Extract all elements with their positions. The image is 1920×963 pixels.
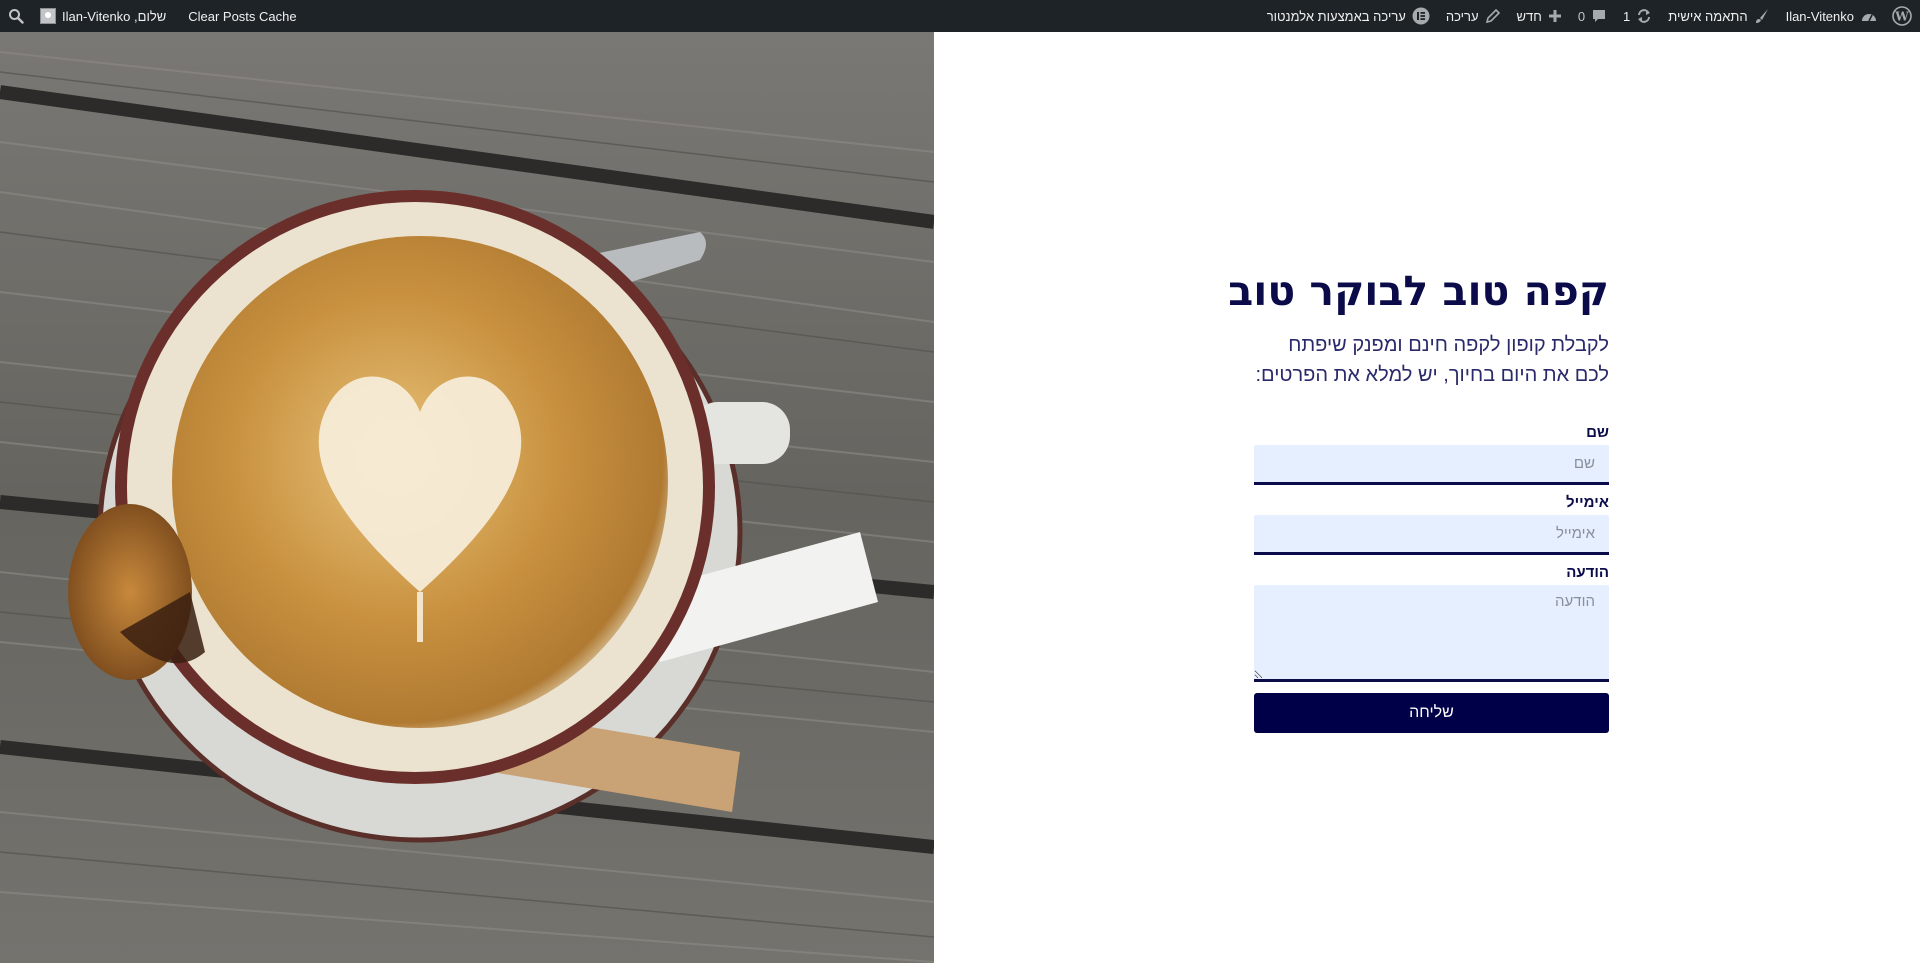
updates-menu[interactable]: 1 <box>1615 0 1660 32</box>
submit-button[interactable]: שליחה <box>1254 693 1609 733</box>
admin-bar-primary: W Ilan-Vitenko התאמה אישית 1 0 חדש עריכה… <box>1259 0 1920 32</box>
message-label: הודעה <box>1566 564 1609 581</box>
new-content-menu[interactable]: חדש <box>1509 0 1570 32</box>
coupon-form-section: קפה טוב לבוקר טוב לקבלת קופון לקפה חינם … <box>1228 262 1609 733</box>
avatar <box>40 8 56 24</box>
elementor-label: עריכה באמצעות אלמנטור <box>1266 8 1406 24</box>
clear-cache-label: Clear Posts Cache <box>188 8 297 24</box>
admin-search-button[interactable] <box>0 0 32 32</box>
customize-menu[interactable]: התאמה אישית <box>1660 0 1777 32</box>
page-title: קפה טוב לבוקר טוב <box>1228 267 1609 315</box>
coffee-latte-image <box>0 32 934 963</box>
svg-text:W: W <box>1894 10 1909 24</box>
paintbrush-icon <box>1754 8 1770 24</box>
updates-refresh-icon <box>1636 8 1652 24</box>
customize-label: התאמה אישית <box>1668 8 1748 24</box>
edit-with-elementor-link[interactable]: עריכה באמצעות אלמנטור <box>1259 0 1438 32</box>
message-textarea[interactable] <box>1254 585 1609 682</box>
coupon-form: שם אימייל הודעה שליחה <box>1254 424 1609 733</box>
greeting-text: שלום, Ilan-Vitenko <box>62 8 167 24</box>
dashboard-gauge-icon <box>1860 8 1878 24</box>
name-input[interactable] <box>1254 445 1609 485</box>
comments-menu[interactable]: 0 <box>1570 0 1615 32</box>
wordpress-logo-icon: W <box>1892 6 1912 26</box>
wp-logo-menu[interactable]: W <box>1886 0 1920 32</box>
form-subtitle: לקבלת קופון לקפה חינם ומפנק שיפתח לכם את… <box>1255 334 1609 386</box>
my-account-menu[interactable]: שלום, Ilan-Vitenko <box>32 0 174 32</box>
site-name-menu[interactable]: Ilan-Vitenko <box>1778 0 1886 32</box>
edit-page-link[interactable]: עריכה <box>1438 0 1509 32</box>
site-name-label: Ilan-Vitenko <box>1785 8 1854 24</box>
wp-admin-bar: שלום, Ilan-Vitenko Clear Posts Cache W I… <box>0 0 1920 32</box>
updates-count: 1 <box>1623 8 1631 24</box>
elementor-logo-icon <box>1412 7 1430 25</box>
new-label: חדש <box>1516 8 1542 24</box>
clear-posts-cache-button[interactable]: Clear Posts Cache <box>174 0 304 32</box>
email-input[interactable] <box>1254 515 1609 555</box>
email-label: אימייל <box>1566 494 1609 511</box>
admin-bar-secondary: שלום, Ilan-Vitenko Clear Posts Cache <box>0 0 305 32</box>
search-icon <box>8 8 24 24</box>
edit-label: עריכה <box>1445 8 1479 24</box>
plus-icon <box>1548 9 1562 23</box>
pencil-icon <box>1485 8 1501 24</box>
comments-count: 0 <box>1577 8 1586 24</box>
name-label: שם <box>1586 424 1609 441</box>
comment-bubble-icon <box>1591 8 1607 24</box>
